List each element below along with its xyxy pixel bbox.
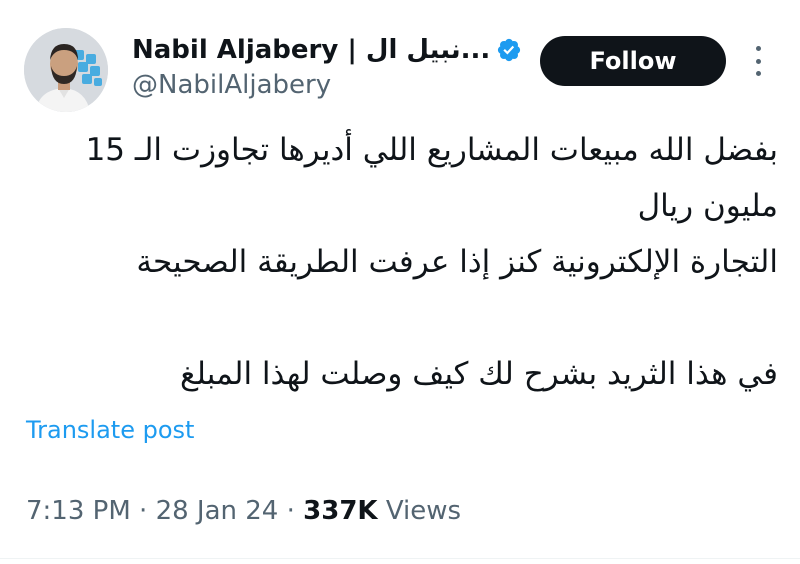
tweet-date[interactable]: 28 Jan 24 (156, 496, 279, 526)
author-name-row[interactable]: Nabil Aljabery | نبيل ال... (132, 30, 522, 70)
divider (0, 558, 800, 559)
tweet-line: بفضل الله مبيعات المشاريع اللي أديرها تج… (85, 132, 778, 168)
tweet-text: بفضل الله مبيعات المشاريع اللي أديرها تج… (22, 122, 778, 402)
tweet-line: التجارة الإلكترونية كنز إذا عرفت الطريقة… (136, 244, 778, 280)
tweet-line: في هذا الثريد بشرح لك كيف وصلت لهذا المب… (179, 356, 778, 392)
avatar[interactable] (24, 28, 108, 112)
views-count: 337K (303, 496, 378, 526)
author-display-name[interactable]: Nabil Aljabery | نبيل ال... (132, 35, 490, 65)
more-dot (755, 46, 761, 51)
meta-separator: · (139, 496, 148, 526)
translate-post-link[interactable]: Translate post (26, 416, 194, 444)
tweet-line: مليون ريال (637, 188, 778, 224)
avatar-photo (24, 28, 108, 112)
tweet-time[interactable]: 7:13 PM (26, 496, 131, 526)
views-label: Views (385, 496, 462, 526)
tweet-meta: 7:13 PM · 28 Jan 24 · 337K Views (26, 496, 461, 526)
follow-button[interactable]: Follow (540, 36, 726, 86)
meta-separator: · (286, 496, 295, 526)
verified-badge-icon (496, 37, 522, 63)
author-handle[interactable]: @NabilAljabery (132, 70, 331, 100)
more-dot (755, 71, 761, 76)
more-vertical-icon[interactable] (752, 46, 764, 76)
more-dot (755, 58, 761, 64)
